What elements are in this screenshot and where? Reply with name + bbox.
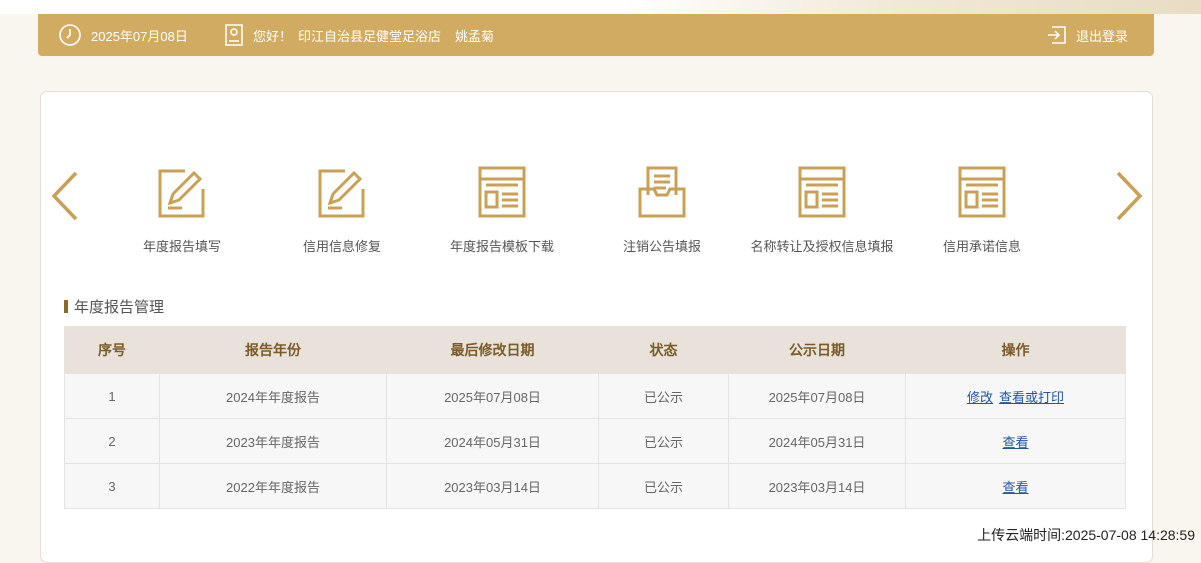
- logout-label: 退出登录: [1076, 28, 1129, 44]
- cell-published: 2023年03月14日: [728, 463, 906, 509]
- table-row: 1 2024年年度报告 2025年07月08日 已公示 2025年07月08日 …: [64, 373, 1126, 419]
- cell-no: 3: [64, 463, 160, 509]
- cell-year: 2022年年度报告: [159, 463, 387, 509]
- section-title-text: 年度报告管理: [74, 299, 165, 316]
- cell-modified: 2025年07月08日: [386, 373, 599, 419]
- function-credit-commitment[interactable]: 信用承诺信息: [892, 165, 1072, 255]
- logout-button[interactable]: 退出登录: [1046, 14, 1128, 56]
- cell-no: 1: [64, 373, 160, 419]
- table-row: 2 2023年年度报告 2024年05月31日 已公示 2024年05月31日 …: [64, 418, 1126, 464]
- user-info: 您好！ 印江自治县足健堂足浴店 姚孟菊: [224, 14, 494, 56]
- function-template-download[interactable]: 年度报告模板下载: [412, 165, 592, 255]
- col-header: 最后修改日期: [386, 326, 599, 374]
- function-label: 注销公告填报: [622, 239, 701, 254]
- cell-actions: 修改 查看或打印: [905, 373, 1126, 419]
- greeting-text: 您好！: [253, 28, 293, 44]
- edit-icon: [252, 165, 432, 221]
- function-credit-repair[interactable]: 信用信息修复: [252, 165, 432, 255]
- chevron-right-icon: [1116, 171, 1143, 221]
- cell-published: 2025年07月08日: [728, 373, 906, 419]
- document-icon: [732, 165, 912, 221]
- chevron-left-icon: [51, 171, 78, 221]
- cell-actions: 查看: [905, 418, 1126, 464]
- view-print-link[interactable]: 查看或打印: [999, 390, 1064, 405]
- header-bar: 2025年07月08日 您好！ 印江自治县足健堂足浴店 姚孟菊 退出登录: [38, 14, 1154, 56]
- function-label: 信用承诺信息: [942, 239, 1021, 254]
- inbox-icon: [572, 165, 752, 221]
- cell-status: 已公示: [598, 373, 729, 419]
- top-decoration: [0, 0, 1201, 14]
- cell-modified: 2023年03月14日: [386, 463, 599, 509]
- col-header: 公示日期: [728, 326, 906, 374]
- upload-time: 上传云端时间:2025-07-08 14:28:59: [977, 527, 1195, 543]
- function-name-transfer[interactable]: 名称转让及授权信息填报: [732, 165, 912, 255]
- carousel-next-button[interactable]: [1114, 170, 1144, 227]
- clock-icon: [58, 23, 82, 47]
- col-header: 操作: [905, 326, 1126, 374]
- view-link[interactable]: 查看: [1002, 480, 1028, 495]
- carousel-prev-button[interactable]: [50, 170, 80, 227]
- view-link[interactable]: 查看: [1002, 435, 1028, 450]
- user-card-icon: [224, 23, 244, 47]
- table-header-row: 序号 报告年份 最后修改日期 状态 公示日期 操作: [64, 326, 1126, 374]
- cell-status: 已公示: [598, 463, 729, 509]
- date-text: 2025年07月08日: [91, 28, 188, 44]
- table-row: 3 2022年年度报告 2023年03月14日 已公示 2023年03月14日 …: [64, 463, 1126, 509]
- title-marker: [64, 300, 68, 313]
- store-name: 印江自治县足健堂足浴店: [298, 28, 442, 44]
- cell-year: 2024年年度报告: [159, 373, 387, 419]
- cell-status: 已公示: [598, 418, 729, 464]
- cell-no: 2: [64, 418, 160, 464]
- cell-published: 2024年05月31日: [728, 418, 906, 464]
- function-label: 年度报告模板下载: [449, 239, 554, 254]
- cell-year: 2023年年度报告: [159, 418, 387, 464]
- function-label: 信用信息修复: [302, 239, 381, 254]
- section-title: 年度报告管理: [64, 296, 164, 317]
- document-icon: [892, 165, 1072, 221]
- user-name: 姚孟菊: [455, 28, 495, 44]
- function-label: 名称转让及授权信息填报: [750, 239, 894, 254]
- cell-modified: 2024年05月31日: [386, 418, 599, 464]
- report-table: 序号 报告年份 最后修改日期 状态 公示日期 操作 1 2024年年度报告 20…: [64, 326, 1126, 509]
- function-cancellation-notice[interactable]: 注销公告填报: [572, 165, 752, 255]
- logout-icon: [1046, 23, 1068, 47]
- document-icon: [412, 165, 592, 221]
- cell-actions: 查看: [905, 463, 1126, 509]
- edit-link[interactable]: 修改: [967, 390, 993, 405]
- date-display: 2025年07月08日: [58, 14, 188, 56]
- function-annual-report-fill[interactable]: 年度报告填写: [92, 165, 272, 255]
- function-label: 年度报告填写: [142, 239, 221, 254]
- col-header: 序号: [64, 326, 160, 374]
- col-header: 报告年份: [159, 326, 387, 374]
- col-header: 状态: [598, 326, 729, 374]
- edit-icon: [92, 165, 272, 221]
